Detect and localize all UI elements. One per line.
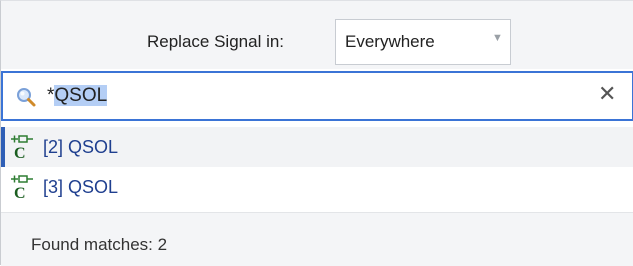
signal-search-input[interactable]: *QSOL ✕ — [1, 71, 633, 121]
result-label: [2] QSOL — [43, 137, 119, 157]
scope-selected-value: Everywhere — [345, 32, 435, 51]
replace-signal-label: Replace Signal in: — [147, 32, 285, 51]
scope-dropdown[interactable]: Everywhere ▼ — [335, 19, 511, 65]
replace-signal-panel: Replace Signal in: Everywhere ▼ *QSOL ✕ … — [0, 0, 633, 266]
search-icon — [17, 88, 36, 107]
chevron-down-icon: ▼ — [492, 32, 503, 44]
search-query-selection: QSOL — [54, 85, 108, 106]
constant-signal-icon: C — [11, 175, 33, 200]
list-item[interactable]: C [2] QSOL — [1, 127, 633, 167]
results-list: C [2] QSOL C [3] QSOL — [1, 124, 633, 212]
status-footer: Found matches: 2 — [1, 213, 633, 266]
list-item[interactable]: C [3] QSOL — [1, 167, 633, 207]
svg-text:C: C — [14, 145, 26, 160]
constant-signal-icon: C — [11, 135, 33, 160]
result-label: [3] QSOL — [43, 177, 119, 197]
svg-text:C: C — [14, 185, 26, 200]
close-icon[interactable]: ✕ — [598, 83, 616, 105]
search-query-text: *QSOL — [47, 85, 108, 107]
replace-scope-row: Replace Signal in: Everywhere ▼ — [1, 1, 633, 69]
found-matches-text: Found matches: 2 — [31, 235, 168, 254]
